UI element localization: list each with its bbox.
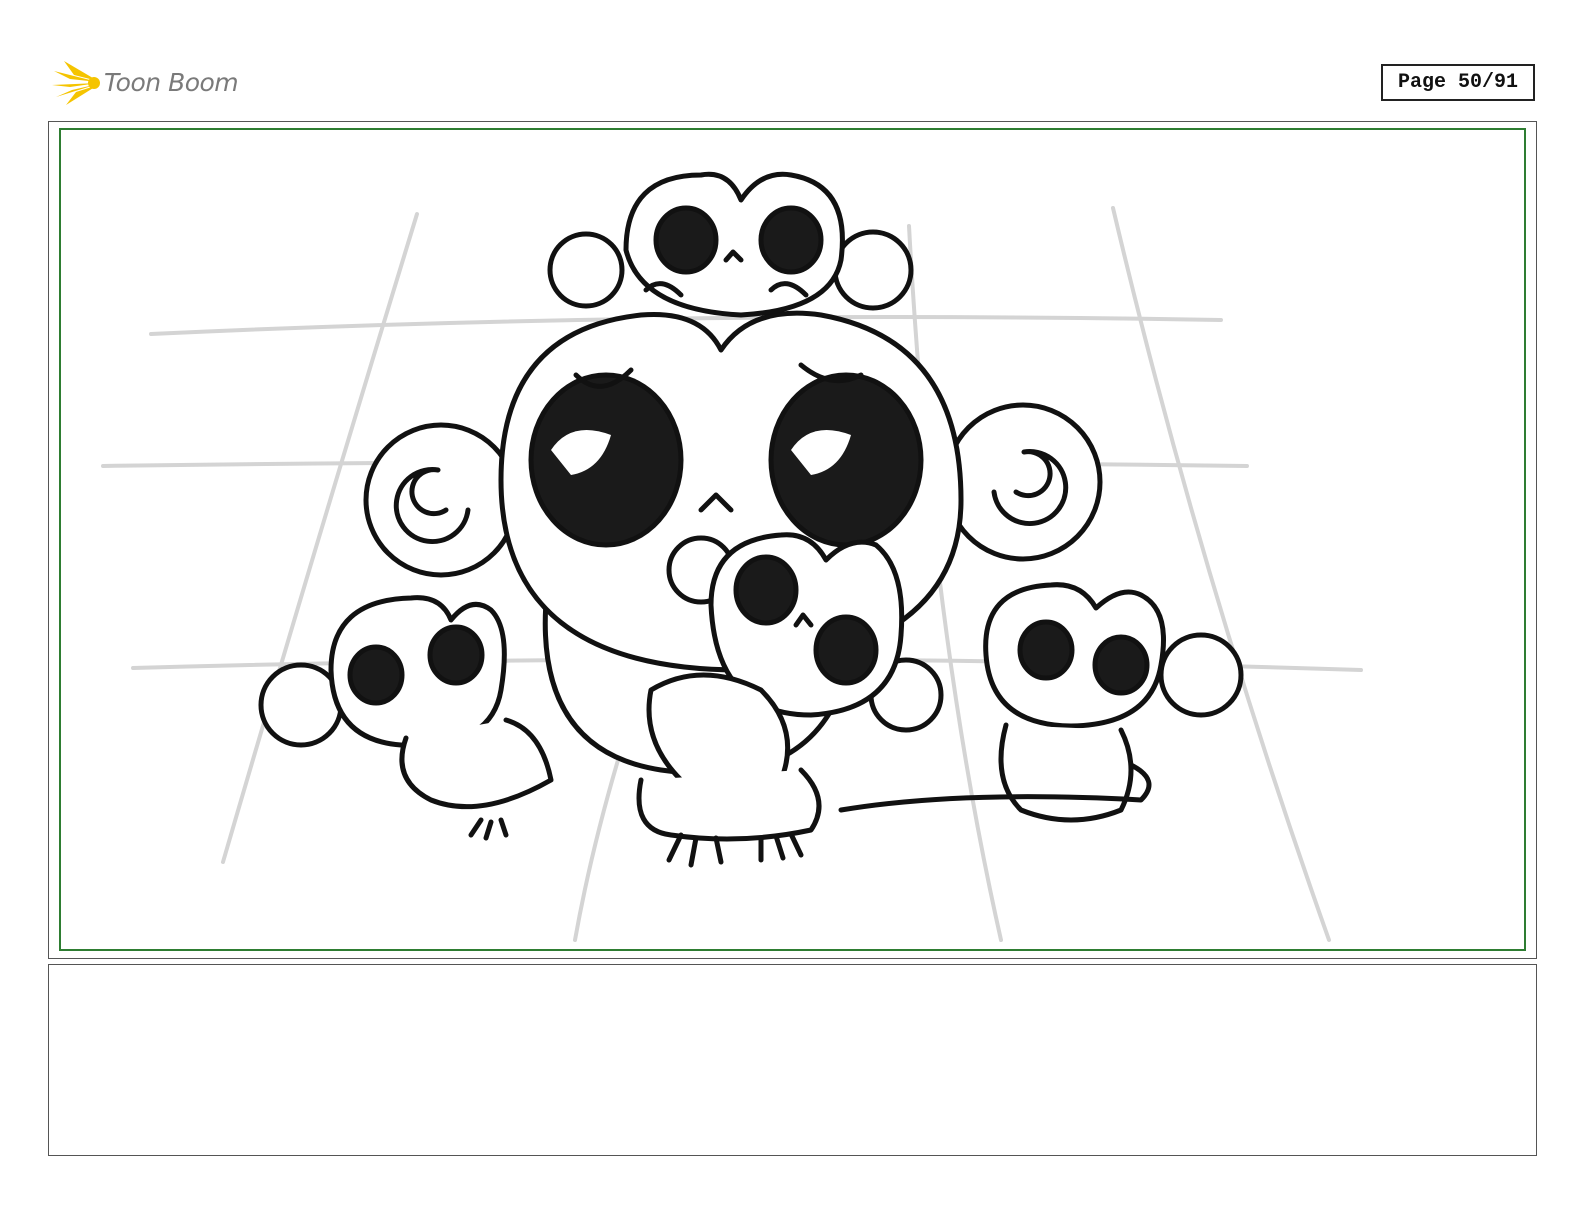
panel-image-area xyxy=(59,128,1526,951)
starburst-icon xyxy=(52,61,100,105)
notes-panel xyxy=(48,964,1537,1156)
monkey-family-drawing xyxy=(101,171,1363,942)
page-number: Page 50/91 xyxy=(1381,64,1535,101)
brand-name: Toon Boom xyxy=(104,67,239,97)
toon-boom-logo: Toon Boom xyxy=(50,56,239,108)
